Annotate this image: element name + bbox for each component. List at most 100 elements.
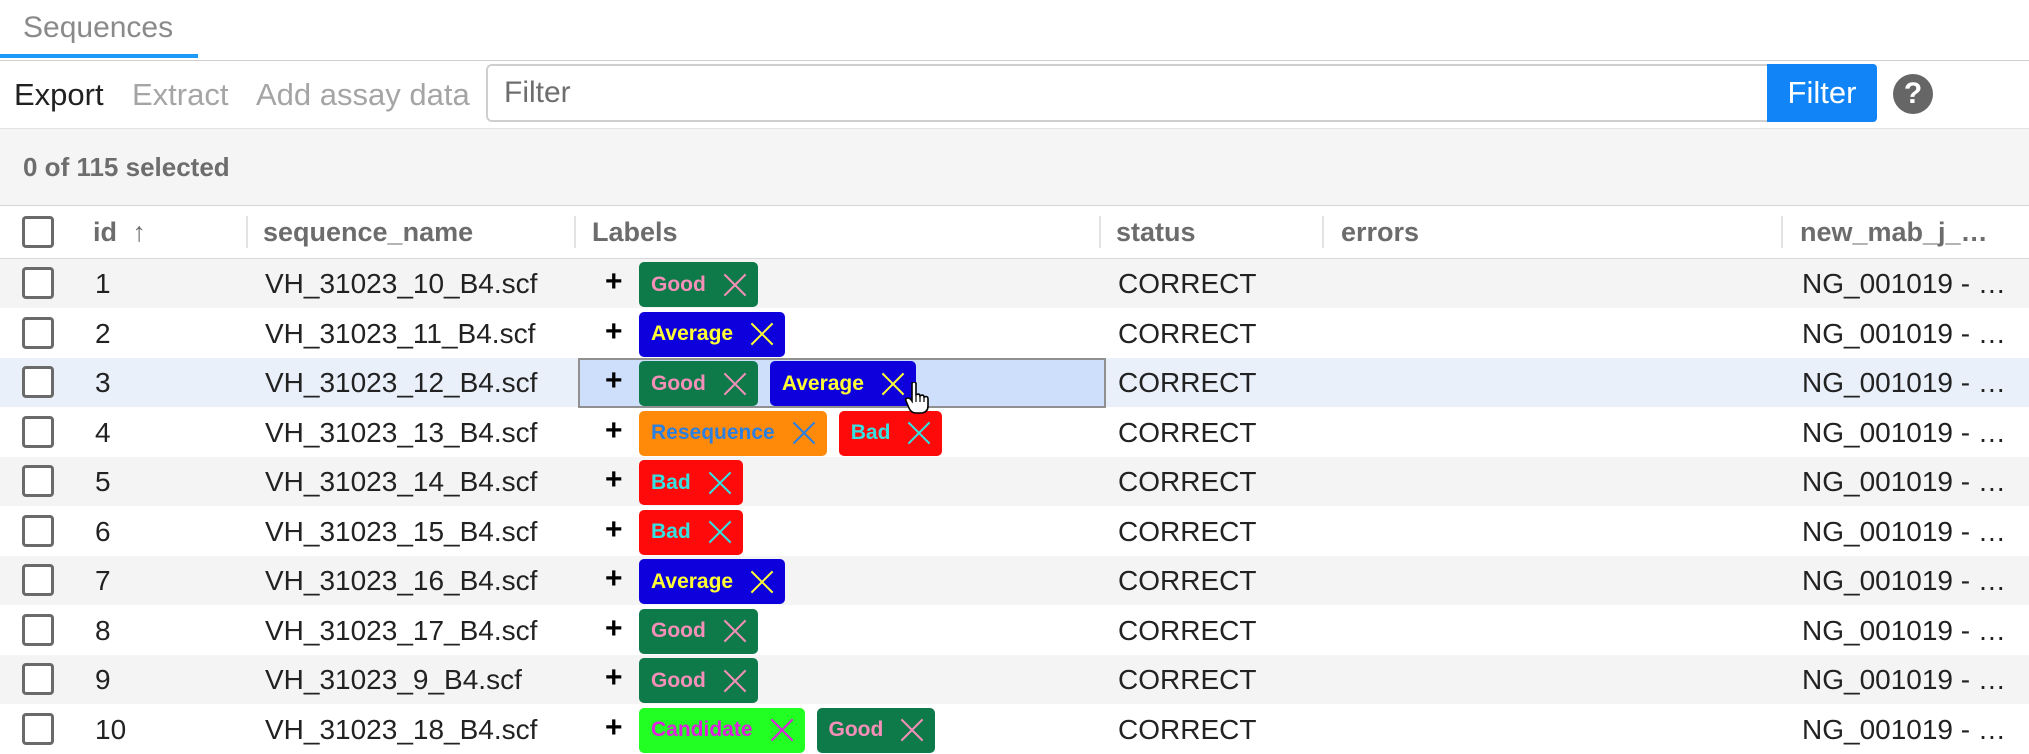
table-row[interactable]: 9 VH_31023_9_B4.scf + Good CORRECT NG_001019 … — [0, 655, 2029, 704]
row-checkbox[interactable] — [22, 564, 54, 596]
add-label-button[interactable]: + — [605, 655, 623, 704]
table-row[interactable]: 10 VH_31023_18_B4.scf + Candidate Good CORREC… — [0, 705, 2029, 754]
cell-new-mab: NG_001019 - … — [1802, 565, 2006, 596]
add-label-button[interactable]: + — [605, 309, 623, 358]
add-label-button[interactable]: + — [605, 457, 623, 506]
column-header-labels[interactable]: Labels — [592, 206, 678, 258]
label-chip[interactable]: Resequence — [639, 410, 827, 456]
export-button[interactable]: Export — [14, 63, 104, 127]
remove-label-icon[interactable] — [749, 321, 775, 347]
column-header-id[interactable]: id ↑ — [93, 206, 146, 258]
help-icon[interactable]: ? — [1893, 74, 1933, 114]
label-chip[interactable]: Bad — [838, 410, 943, 456]
tab-bar: Sequences — [0, 0, 2029, 61]
label-chip[interactable]: Good — [639, 361, 758, 406]
remove-label-icon[interactable] — [899, 717, 925, 743]
cell-status: CORRECT — [1118, 268, 1257, 299]
column-resize-handle[interactable] — [1781, 216, 1783, 248]
cell-id: 5 — [95, 466, 111, 497]
cell-new-mab: NG_001019 - … — [1802, 367, 2006, 398]
column-header-errors[interactable]: errors — [1341, 206, 1419, 258]
remove-label-icon[interactable] — [707, 519, 733, 545]
table-row[interactable]: 3 VH_31023_12_B4.scf + Good Average CORRECT NG… — [0, 358, 2029, 408]
cell-sequence-name: VH_31023_14_B4.scf — [265, 466, 538, 497]
label-chip[interactable]: Average — [769, 361, 916, 406]
label-chip[interactable]: Good — [639, 262, 758, 307]
add-label-button[interactable]: + — [605, 358, 623, 407]
extract-button[interactable]: Extract — [132, 63, 228, 127]
label-chip[interactable]: Bad — [639, 460, 743, 505]
label-chip[interactable]: Bad — [639, 509, 743, 555]
remove-label-icon[interactable] — [722, 668, 748, 694]
table-row[interactable]: 7 VH_31023_16_B4.scf + Average CORRECT NG_001… — [0, 556, 2029, 605]
row-checkbox[interactable] — [22, 267, 54, 299]
cell-new-mab: NG_001019 - … — [1802, 515, 2006, 547]
remove-label-icon[interactable] — [749, 569, 775, 595]
column-header-sequence-name[interactable]: sequence_name — [263, 206, 473, 258]
cell-sequence-name: VH_31023_13_B4.scf — [265, 416, 538, 448]
add-label-button[interactable]: + — [605, 408, 623, 457]
remove-label-icon[interactable] — [722, 618, 748, 644]
cell-sequence-name: VH_31023_17_B4.scf — [265, 614, 538, 646]
add-label-button[interactable]: + — [605, 507, 623, 556]
select-all-checkbox[interactable] — [22, 216, 54, 248]
remove-label-icon[interactable] — [769, 717, 795, 743]
cell-id: 4 — [95, 416, 111, 448]
remove-label-icon[interactable] — [791, 420, 817, 446]
remove-label-icon[interactable] — [707, 470, 733, 496]
row-checkbox[interactable] — [22, 415, 54, 448]
tab-sequences[interactable]: Sequences — [0, 0, 198, 58]
add-label-button[interactable]: + — [605, 556, 623, 605]
add-label-button[interactable]: + — [605, 606, 623, 655]
cell-status: CORRECT — [1118, 565, 1257, 596]
label-chip-text: Average — [781, 371, 864, 395]
sort-ascending-icon[interactable]: ↑ — [133, 217, 147, 247]
cell-new-mab: NG_001019 - … — [1802, 664, 2006, 695]
table-row[interactable]: 6 VH_31023_15_B4.scf + Bad CORRECT NG_001019 … — [0, 507, 2029, 556]
filter-button[interactable]: Filter — [1767, 64, 1877, 122]
row-checkbox[interactable] — [22, 663, 54, 695]
row-checkbox[interactable] — [22, 514, 54, 547]
label-chip-text: Bad — [651, 520, 691, 543]
column-resize-handle[interactable] — [246, 216, 248, 248]
column-header-status[interactable]: status — [1116, 206, 1196, 258]
row-checkbox[interactable] — [22, 613, 54, 646]
add-label-button[interactable]: + — [605, 259, 623, 308]
label-chip[interactable]: Good — [639, 658, 758, 703]
column-resize-handle[interactable] — [1322, 216, 1324, 248]
remove-label-icon[interactable] — [880, 371, 906, 397]
label-chip[interactable]: Good — [816, 707, 936, 753]
cell-status: CORRECT — [1118, 416, 1257, 448]
column-resize-handle[interactable] — [1099, 216, 1101, 248]
cell-new-mab: NG_001019 - … — [1802, 466, 2006, 497]
row-checkbox[interactable] — [22, 712, 54, 745]
table-row[interactable]: 4 VH_31023_13_B4.scf + Resequence Bad CORRECT… — [0, 408, 2029, 457]
cell-sequence-name: VH_31023_11_B4.scf — [265, 317, 536, 349]
cell-new-mab: NG_001019 - … — [1802, 317, 2006, 349]
cell-new-mab: NG_001019 - … — [1802, 416, 2006, 448]
column-header-id-label: id — [93, 217, 117, 247]
table-row[interactable]: 2 VH_31023_11_B4.scf + Average CORRECT NG_001… — [0, 309, 2029, 358]
table-row[interactable]: 8 VH_31023_17_B4.scf + Good CORRECT NG_001019… — [0, 606, 2029, 655]
label-chip[interactable]: Average — [639, 311, 786, 357]
label-chip[interactable]: Good — [639, 608, 758, 654]
filter-input[interactable] — [486, 64, 1768, 122]
remove-label-icon[interactable] — [722, 371, 748, 397]
add-assay-data-button[interactable]: Add assay data — [256, 63, 470, 127]
label-chip[interactable]: Candidate — [639, 707, 805, 753]
row-checkbox[interactable] — [22, 465, 54, 497]
column-header-new-mab[interactable]: new_mab_j_… — [1800, 206, 1988, 258]
cell-sequence-name: VH_31023_18_B4.scf — [265, 713, 538, 745]
row-checkbox[interactable] — [22, 366, 54, 398]
remove-label-icon[interactable] — [906, 420, 932, 446]
add-label-button[interactable]: + — [605, 705, 623, 754]
table-row[interactable]: 5 VH_31023_14_B4.scf + Bad CORRECT NG_001019 … — [0, 457, 2029, 506]
remove-label-icon[interactable] — [722, 272, 748, 298]
label-chip-text: Good — [651, 619, 706, 642]
table-row[interactable]: 1 VH_31023_10_B4.scf + Good CORRECT NG_001019… — [0, 259, 2029, 308]
column-resize-handle[interactable] — [574, 216, 576, 248]
cell-id: 6 — [95, 515, 111, 547]
hand-pointer-cursor-icon — [905, 382, 929, 414]
label-chip[interactable]: Average — [639, 559, 786, 604]
row-checkbox[interactable] — [22, 316, 54, 349]
